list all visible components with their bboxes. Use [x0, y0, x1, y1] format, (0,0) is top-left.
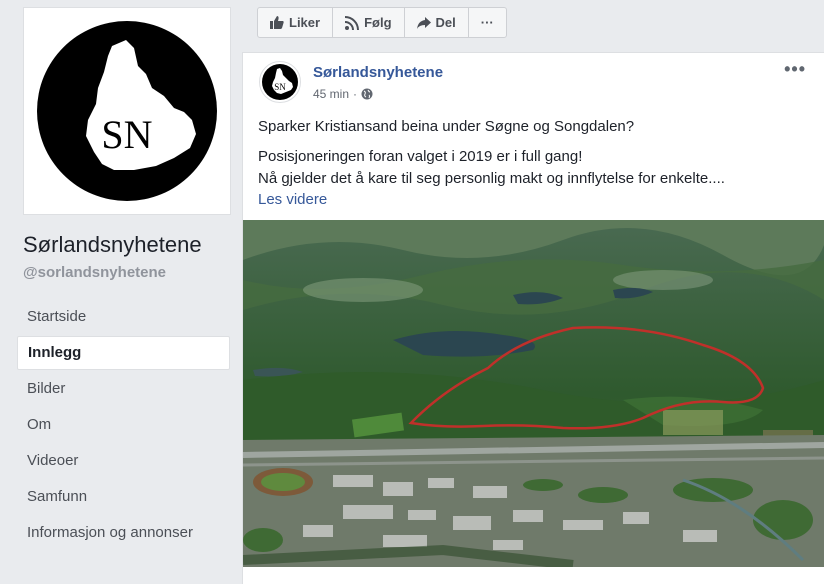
nav-item-informasjon[interactable]: Informasjon og annonser	[17, 515, 230, 551]
post-card: SN Sørlandsnyhetene 45 min · ••• Sparker…	[242, 52, 824, 584]
nav-item-samfunn[interactable]: Samfunn	[17, 479, 230, 515]
logo-text: SN	[101, 112, 152, 157]
author-avatar[interactable]: SN	[259, 61, 301, 103]
share-button[interactable]: Del	[405, 8, 469, 37]
post-headline: Sparker Kristiansand beina under Søgne o…	[258, 118, 635, 135]
rss-icon	[345, 15, 360, 30]
post-options-button[interactable]: •••	[784, 59, 806, 80]
read-more-link[interactable]: Les videre	[258, 191, 327, 208]
nav-item-startside[interactable]: Startside	[17, 299, 230, 335]
more-label: ···	[480, 15, 494, 30]
share-arrow-icon	[416, 16, 431, 29]
post-photo[interactable]	[243, 220, 824, 567]
nav-item-om[interactable]: Om	[17, 407, 230, 443]
sn-logo-icon: SN	[37, 21, 217, 201]
sn-logo-icon: SN	[262, 64, 298, 100]
left-column: SN Sørlandsnyhetene @sorlandsnyhetene St…	[0, 0, 242, 584]
profile-picture[interactable]: SN	[23, 7, 231, 215]
post-timestamp[interactable]: 45 min	[313, 87, 349, 101]
share-label: Del	[435, 15, 456, 30]
post-body-line-1: Posisjoneringen foran valget i 2019 er i…	[258, 148, 583, 165]
meta-separator: ·	[353, 87, 358, 101]
more-options-button[interactable]: ···	[469, 8, 506, 37]
page-action-toolbar: Liker Følg Del ···	[257, 7, 507, 38]
globe-icon[interactable]	[361, 88, 373, 100]
page-title[interactable]: Sørlandsnyhetene	[23, 232, 202, 258]
like-label: Liker	[289, 15, 321, 30]
post-body-line-2: Nå gjelder det å kare til seg personlig …	[258, 170, 725, 187]
thumbs-up-icon	[270, 16, 284, 29]
nav-item-videoer[interactable]: Videoer	[17, 443, 230, 479]
nav-item-innlegg[interactable]: Innlegg	[17, 336, 230, 370]
page-nav: Startside Innlegg Bilder Om Videoer Samf…	[17, 299, 230, 551]
follow-button[interactable]: Følg	[333, 8, 405, 37]
post-author-link[interactable]: Sørlandsnyhetene	[313, 64, 443, 81]
aerial-landscape-image	[243, 220, 824, 567]
like-button[interactable]: Liker	[258, 8, 334, 37]
nav-item-bilder[interactable]: Bilder	[17, 371, 230, 407]
page-handle[interactable]: @sorlandsnyhetene	[23, 264, 166, 281]
post-meta: 45 min ·	[313, 87, 373, 101]
avatar-logo-text: SN	[274, 82, 286, 92]
follow-label: Følg	[364, 15, 392, 30]
